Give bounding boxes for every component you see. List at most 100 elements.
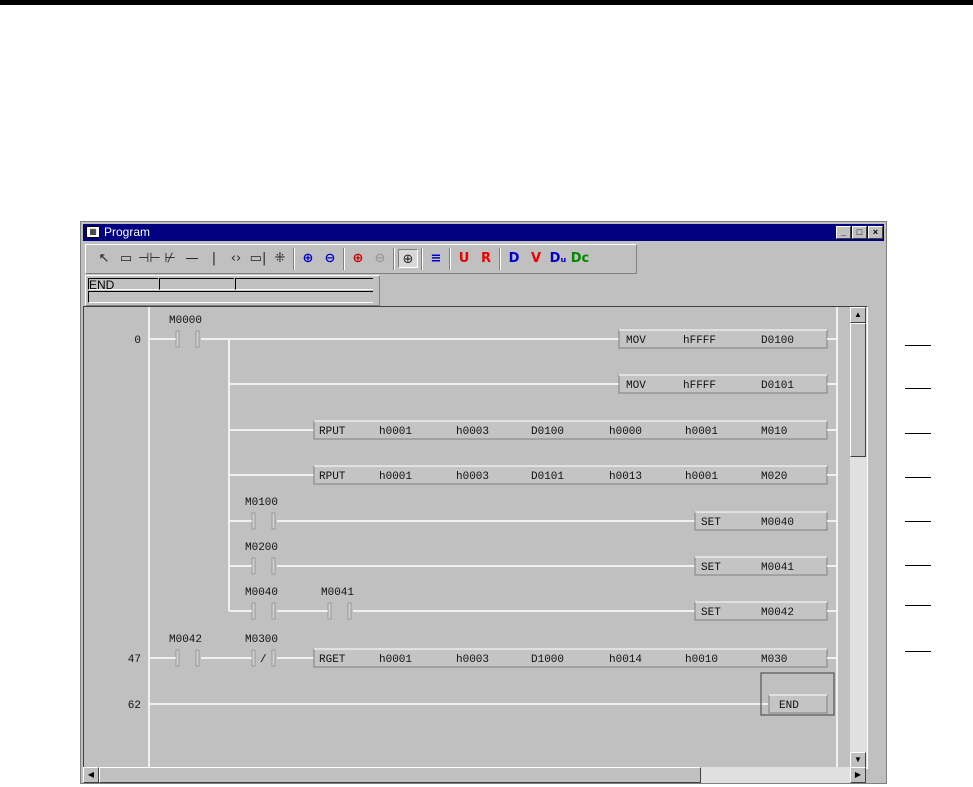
minimize-button[interactable]: _ <box>836 226 851 239</box>
device-du-icon[interactable]: Dᵤ <box>548 249 568 268</box>
close-button[interactable]: × <box>868 226 883 239</box>
zoom-fit-icon[interactable]: ⊕ <box>398 249 418 268</box>
instruction-box[interactable] <box>618 329 828 349</box>
no-contact[interactable] <box>175 649 180 667</box>
instruction-operand[interactable]: h0001 <box>379 426 412 438</box>
title-bar[interactable]: ▦ Program _ □ × <box>83 224 884 241</box>
vertical-scroll-thumb[interactable] <box>850 323 866 457</box>
no-contact-icon[interactable]: ⊣⊢ <box>138 249 161 268</box>
upload-icon[interactable]: U <box>454 249 474 268</box>
instruction-operand[interactable]: h0001 <box>379 471 412 483</box>
function-box-icon[interactable]: ▭| <box>248 249 268 268</box>
instruction-operand[interactable]: h0000 <box>609 426 642 438</box>
rectangle-icon[interactable]: ▭ <box>116 249 136 268</box>
nc-contact-slash[interactable]: / <box>260 654 267 666</box>
status-field-2 <box>159 278 234 290</box>
nc-contact[interactable] <box>251 649 256 667</box>
instruction-operand[interactable]: M0040 <box>761 517 794 529</box>
instruction-operand[interactable]: D0100 <box>761 335 794 347</box>
toolbar-separator <box>449 248 451 270</box>
select-arrow-icon[interactable]: ↖ <box>94 249 114 268</box>
toolbar-separator <box>393 248 395 270</box>
contact-label[interactable]: M0040 <box>245 587 278 599</box>
instruction-operand[interactable]: D0100 <box>531 426 564 438</box>
no-contact[interactable] <box>327 602 332 620</box>
callout-line <box>905 345 931 346</box>
no-contact[interactable] <box>271 557 276 575</box>
no-contact[interactable] <box>251 602 256 620</box>
instruction-opcode[interactable]: MOV <box>626 335 646 347</box>
instruction-operand[interactable]: h0001 <box>685 471 718 483</box>
no-contact[interactable] <box>251 557 256 575</box>
scroll-right-button[interactable]: ▶ <box>850 767 866 783</box>
variable-v-icon[interactable]: V <box>526 249 546 268</box>
zoom-out-disabled-icon[interactable]: ⊖ <box>370 249 390 268</box>
instruction-operand[interactable]: h0001 <box>685 426 718 438</box>
instruction-operand[interactable]: h0003 <box>456 426 489 438</box>
instruction-operand[interactable]: D1000 <box>531 654 564 666</box>
horizontal-scrollbar[interactable]: ◀ ▶ <box>83 767 866 783</box>
instruction-operand[interactable]: D0101 <box>761 380 794 392</box>
end-instruction-label[interactable]: END <box>779 700 799 712</box>
instruction-operand[interactable]: h0003 <box>456 471 489 483</box>
instruction-box[interactable] <box>618 374 828 394</box>
no-contact[interactable] <box>175 330 180 348</box>
scroll-down-button[interactable]: ▼ <box>850 752 866 768</box>
scroll-up-button[interactable]: ▲ <box>850 307 866 323</box>
vertical-line-icon[interactable]: | <box>204 249 224 268</box>
instruction-operand[interactable]: M0042 <box>761 607 794 619</box>
device-dc-icon[interactable]: Dc <box>570 249 590 268</box>
instruction-operand[interactable]: h0010 <box>685 654 718 666</box>
scroll-left-button[interactable]: ◀ <box>83 767 99 783</box>
toolbar-separator <box>421 248 423 270</box>
zoom-in-red-icon[interactable]: ⊕ <box>348 249 368 268</box>
coil-icon[interactable]: ‹› <box>226 249 246 268</box>
instruction-opcode[interactable]: SET <box>701 517 721 529</box>
instruction-opcode[interactable]: SET <box>701 607 721 619</box>
delete-line-icon[interactable]: ⁜ <box>270 249 290 268</box>
instruction-operand[interactable]: M0041 <box>761 562 794 574</box>
maximize-button[interactable]: □ <box>852 226 867 239</box>
instruction-opcode[interactable]: MOV <box>626 380 646 392</box>
instruction-operand[interactable]: h0013 <box>609 471 642 483</box>
read-icon[interactable]: R <box>476 249 496 268</box>
no-contact[interactable] <box>195 649 200 667</box>
contact-label[interactable]: M0100 <box>245 497 278 509</box>
contact-label[interactable]: M0000 <box>169 315 202 327</box>
zoom-in-icon[interactable]: ⊕ <box>298 249 318 268</box>
horizontal-scroll-thumb[interactable] <box>99 767 701 783</box>
instruction-operand[interactable]: M020 <box>761 471 787 483</box>
ladder-editor[interactable]: 0 47 62 M0000 M0100 M0200 M0040 M0041 M0042 / M030… <box>83 306 868 769</box>
contact-label[interactable]: M0042 <box>169 634 202 646</box>
instruction-opcode[interactable]: SET <box>701 562 721 574</box>
instruction-operand[interactable]: M010 <box>761 426 787 438</box>
no-contact[interactable] <box>271 602 276 620</box>
align-icon[interactable]: ≡ <box>426 249 446 268</box>
horizontal-line-icon[interactable]: — <box>182 249 202 268</box>
callout-line <box>905 651 931 652</box>
instruction-operand[interactable]: h0001 <box>379 654 412 666</box>
contact-label[interactable]: M0041 <box>321 587 354 599</box>
toolbar: ↖ ▭ ⊣⊢ ⊬ — | ‹› ▭| ⁜ ⊕ ⊖ ⊕ ⊖ ⊕ ≡ U R D V Dᵤ Dc <box>85 244 637 274</box>
no-contact[interactable] <box>347 602 352 620</box>
vertical-scrollbar[interactable]: ▲ ▼ <box>850 307 867 768</box>
instruction-operand[interactable]: hFFFF <box>683 380 716 392</box>
instruction-operand[interactable]: M030 <box>761 654 787 666</box>
no-contact[interactable] <box>251 512 256 530</box>
no-contact[interactable] <box>195 330 200 348</box>
instruction-operand[interactable]: h0014 <box>609 654 642 666</box>
zoom-out-icon[interactable]: ⊖ <box>320 249 340 268</box>
nc-contact[interactable] <box>271 649 276 667</box>
device-d-icon[interactable]: D <box>504 249 524 268</box>
instruction-operand[interactable]: D0101 <box>531 471 564 483</box>
nc-contact-icon[interactable]: ⊬ <box>160 249 180 268</box>
instruction-opcode[interactable]: RPUT <box>319 471 346 483</box>
ladder-diagram[interactable]: 0 47 62 M0000 M0100 M0200 M0040 M0041 M0042 / M030… <box>84 307 867 768</box>
contact-label[interactable]: M0200 <box>245 542 278 554</box>
instruction-opcode[interactable]: RGET <box>319 654 346 666</box>
instruction-operand[interactable]: h0003 <box>456 654 489 666</box>
instruction-operand[interactable]: hFFFF <box>683 335 716 347</box>
contact-label[interactable]: M0300 <box>245 634 278 646</box>
no-contact[interactable] <box>271 512 276 530</box>
instruction-opcode[interactable]: RPUT <box>319 426 346 438</box>
